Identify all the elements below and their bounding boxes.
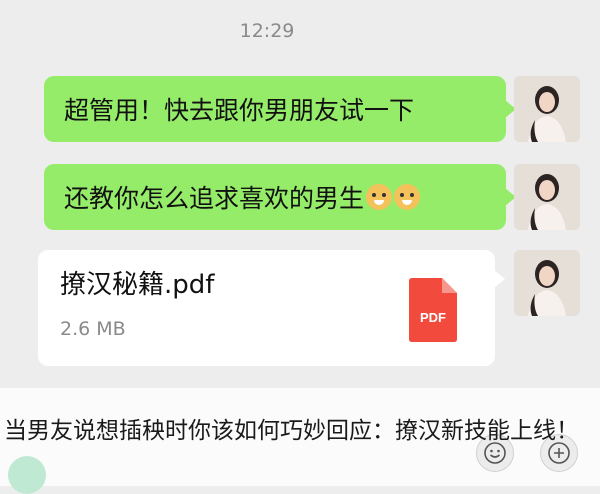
caption-text: 当男友说想插秧时你该如何巧妙回应：撩汉新技能上线！ — [4, 418, 579, 444]
doge-emoji-icon — [366, 184, 393, 210]
avatar-photo-icon — [514, 250, 580, 316]
avatar-photo-icon — [514, 76, 580, 142]
message-text: 超管用！快去跟你男朋友试一下 — [64, 96, 415, 125]
avatar[interactable] — [514, 250, 580, 316]
message-bubble-2[interactable]: 还教你怎么追求喜欢的男生 — [44, 164, 516, 230]
avatar[interactable] — [514, 76, 580, 142]
message-text: 还教你怎么追求喜欢的男生 — [64, 184, 365, 213]
avatar[interactable] — [514, 164, 580, 230]
corner-decoration — [8, 456, 46, 494]
pdf-file-icon: PDF — [409, 278, 457, 342]
pdf-icon-label: PDF — [420, 310, 446, 325]
doge-emoji-icon — [394, 184, 421, 210]
chat-timestamp: 12:29 — [239, 20, 295, 42]
message-bubble-1[interactable]: 超管用！快去跟你男朋友试一下 — [44, 76, 516, 142]
file-message-card[interactable]: 撩汉秘籍.pdf 2.6 MB PDF — [38, 250, 505, 366]
avatar-photo-icon — [514, 164, 580, 230]
